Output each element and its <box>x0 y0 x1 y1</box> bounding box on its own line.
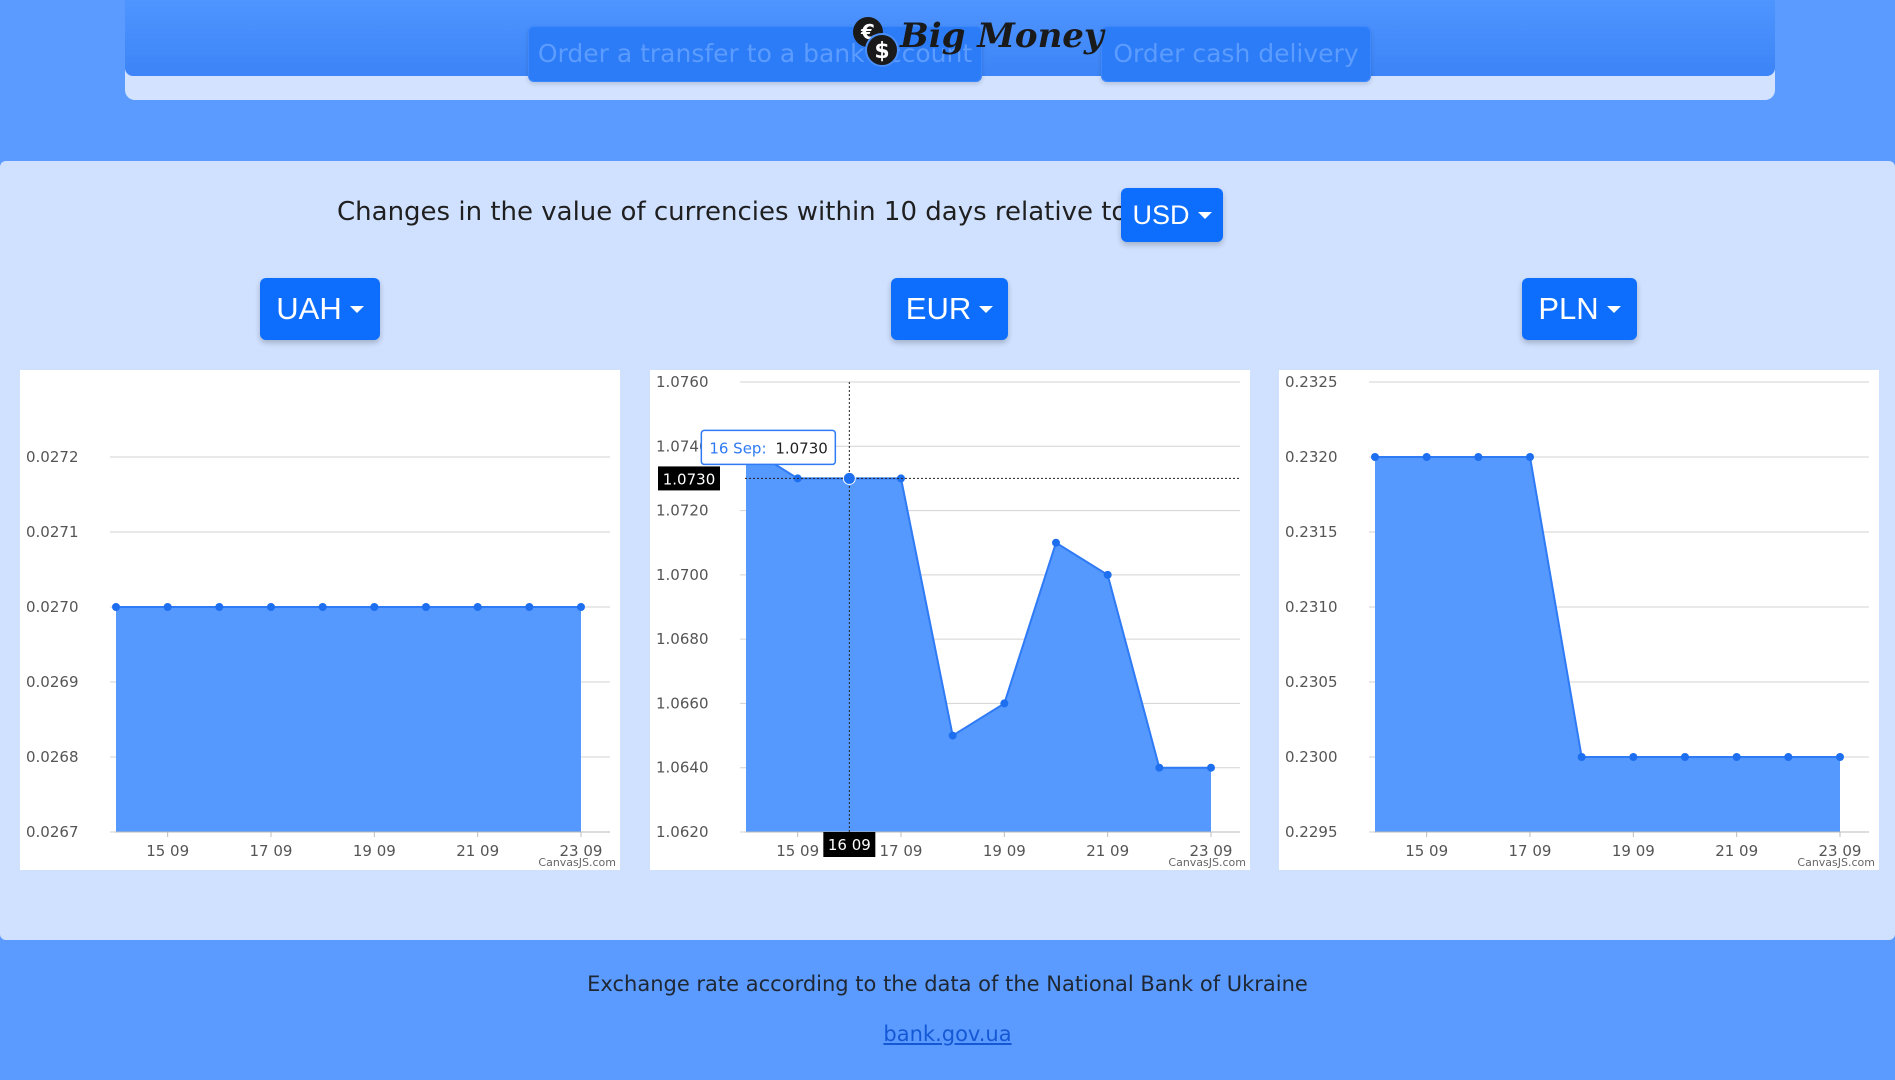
y-tick-label: 0.2295 <box>1285 823 1338 841</box>
chart-eur: 1.0620 1.0640 1.0660 1.0680 1.0700 1.0720 1.07… <box>650 370 1250 870</box>
tooltip-value: 1.0730 <box>775 439 828 457</box>
footer-link[interactable]: bank.gov.ua <box>0 1022 1895 1046</box>
data-point <box>1629 753 1638 761</box>
currency-dropdown-eur[interactable]: EUR <box>891 278 1008 340</box>
caret-down-icon <box>979 305 994 313</box>
data-point <box>525 603 534 611</box>
y-tick-label: 0.0270 <box>26 598 79 616</box>
x-tick-label: 21 09 <box>456 842 499 860</box>
data-point <box>1371 453 1379 461</box>
area-fill <box>1375 457 1840 832</box>
chart-uah-svg: 0.0267 0.0268 0.0269 0.0270 0.0271 0.0272 15 0… <box>26 448 616 869</box>
data-point <box>267 603 275 611</box>
data-point <box>422 603 430 611</box>
data-point <box>1155 763 1164 772</box>
data-point <box>1052 538 1060 547</box>
chart-uah: 0.0267 0.0268 0.0269 0.0270 0.0271 0.0272 15 0… <box>20 370 620 870</box>
x-tick-label: 17 09 <box>250 842 293 860</box>
chart-pln: 0.2295 0.2300 0.2305 0.2310 0.2315 0.2320 0.23… <box>1279 370 1879 870</box>
data-point <box>1526 453 1534 461</box>
data-point <box>1103 570 1112 579</box>
currency-label: UAH <box>276 291 342 326</box>
data-point <box>1474 453 1483 461</box>
data-point <box>1732 753 1741 761</box>
changes-label: Changes in the value of currencies withi… <box>337 197 1137 227</box>
x-tick-label: 15 09 <box>1405 842 1448 860</box>
chart-eur-svg: 1.0620 1.0640 1.0660 1.0680 1.0700 1.0720 1.07… <box>656 373 1246 869</box>
data-point <box>473 603 482 611</box>
data-point <box>1681 753 1689 761</box>
y-tick-label: 0.0268 <box>26 748 79 766</box>
navigation-bar: Order a transfer to a bank account Order… <box>125 0 1775 82</box>
base-currency-label: USD <box>1132 199 1190 230</box>
y-tick-label: 0.0271 <box>26 523 79 541</box>
y-tick-label: 1.0700 <box>656 566 709 584</box>
area-fill <box>116 607 581 832</box>
data-point <box>318 603 327 611</box>
y-tick-label: 0.0269 <box>26 673 79 691</box>
data-point <box>1836 753 1844 761</box>
y-tick-label: 0.2320 <box>1285 448 1338 466</box>
order-cash-button[interactable]: Order cash delivery <box>1101 26 1371 82</box>
x-tick-label: 21 09 <box>1715 842 1758 860</box>
y-tick-label: 0.2325 <box>1285 373 1338 391</box>
data-point <box>577 603 585 611</box>
x-tick-label: 17 09 <box>1509 842 1552 860</box>
svg-text:$: $ <box>874 39 889 64</box>
data-point <box>1000 699 1009 708</box>
y-tick-label: 1.0660 <box>656 694 709 712</box>
y-tick-label: 0.2315 <box>1285 523 1338 541</box>
currency-dropdown-pln[interactable]: PLN <box>1522 278 1637 340</box>
y-tick-label: 1.0620 <box>656 823 709 841</box>
x-tick-label: 19 09 <box>1612 842 1655 860</box>
y-tick-label: 1.0760 <box>656 373 709 391</box>
data-point <box>1422 453 1431 461</box>
data-point <box>370 603 379 611</box>
base-currency-dropdown[interactable]: USD <box>1121 188 1223 242</box>
data-point <box>1207 763 1215 772</box>
top-navigation: Order a transfer to a bank account Order… <box>125 0 1775 100</box>
y-tick-label: 0.0272 <box>26 448 79 466</box>
x-tick-label: 15 09 <box>146 842 189 860</box>
currency-changes-panel: Changes in the value of currencies withi… <box>0 161 1895 940</box>
currency-dropdown-uah[interactable]: UAH <box>260 278 380 340</box>
y-tick-label: 0.0267 <box>26 823 79 841</box>
y-tick-label: 1.0640 <box>656 759 709 777</box>
data-point <box>215 603 224 611</box>
canvasjs-watermark: CanvasJS.com <box>1797 856 1875 869</box>
data-point <box>112 603 120 611</box>
chart-pln-svg: 0.2295 0.2300 0.2305 0.2310 0.2315 0.2320 0.23… <box>1285 373 1875 869</box>
y-tick-label: 0.2300 <box>1285 748 1338 766</box>
x-tick-label: 19 09 <box>353 842 396 860</box>
caret-down-icon <box>1606 305 1621 313</box>
footer-source-text: Exchange rate according to the data of t… <box>587 972 1308 996</box>
crosshair-y-label: 1.0730 <box>663 470 716 488</box>
data-point <box>948 731 957 740</box>
canvasjs-watermark: CanvasJS.com <box>538 856 616 869</box>
caret-down-icon <box>349 305 364 313</box>
coins-icon: € $ <box>853 17 899 67</box>
data-point <box>1577 753 1586 761</box>
y-tick-label: 1.0720 <box>656 502 709 520</box>
x-tick-label: 21 09 <box>1086 842 1129 860</box>
highlighted-point <box>842 471 856 485</box>
currency-label: EUR <box>905 291 972 326</box>
crosshair-x-label: 16 09 <box>828 836 871 854</box>
caret-down-icon <box>1197 211 1212 219</box>
brand-name: Big Money <box>900 16 1104 56</box>
data-point <box>163 603 172 611</box>
x-tick-label: 15 09 <box>776 842 819 860</box>
y-tick-label: 1.0680 <box>656 630 709 648</box>
y-tick-label: 0.2305 <box>1285 673 1338 691</box>
tooltip-label: 16 Sep: <box>709 439 766 457</box>
canvasjs-watermark: CanvasJS.com <box>1168 856 1246 869</box>
x-tick-label: 19 09 <box>983 842 1026 860</box>
y-tick-label: 0.2310 <box>1285 598 1338 616</box>
data-point <box>1784 753 1793 761</box>
brand-logo[interactable]: € $ Big Money <box>848 6 1104 67</box>
currency-label: PLN <box>1538 291 1599 326</box>
x-tick-label: 17 09 <box>880 842 923 860</box>
